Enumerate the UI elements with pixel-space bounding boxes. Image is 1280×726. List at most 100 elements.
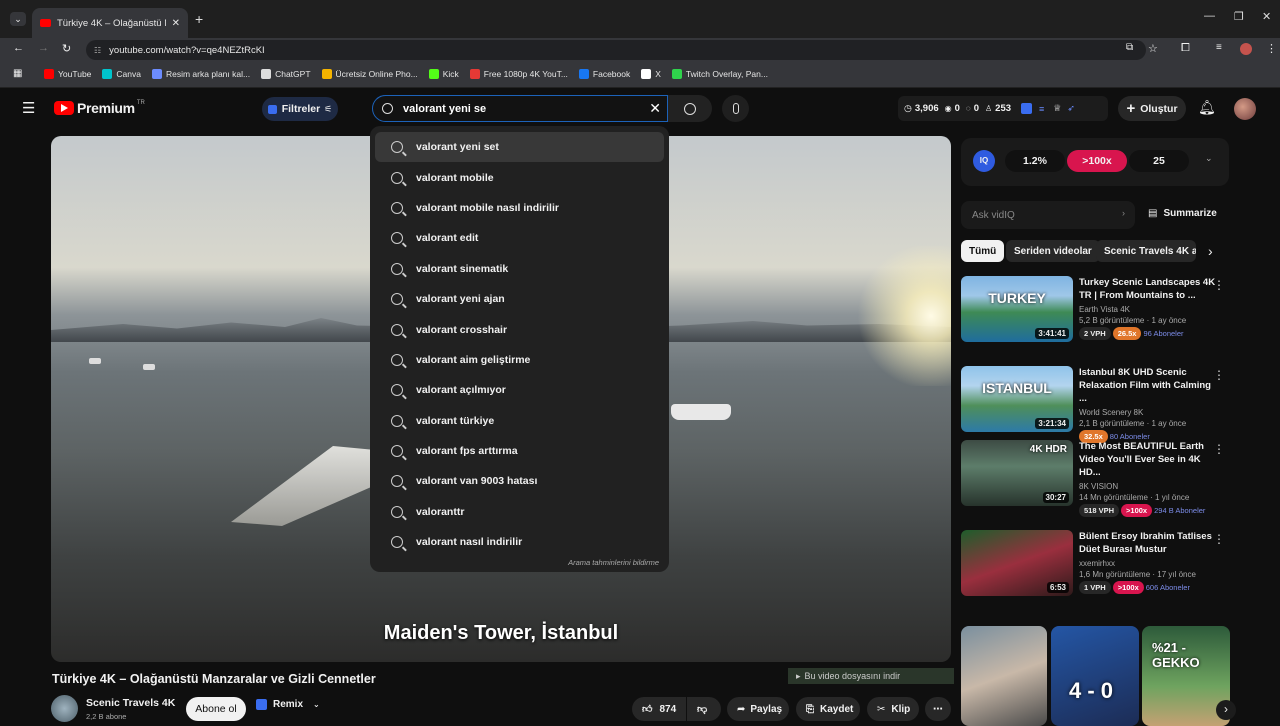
chips-next-icon[interactable]: › <box>1208 243 1213 259</box>
more-actions-button[interactable]: ⋯ <box>925 697 951 721</box>
chip-series[interactable]: Seriden videolar <box>1006 240 1100 262</box>
bookmark-item[interactable]: Twitch Overlay, Pan... <box>671 69 768 79</box>
channel-avatar[interactable] <box>51 695 78 722</box>
minimize-icon[interactable]: — <box>1204 10 1215 22</box>
suggestion-item[interactable]: valorant aim geliştirme <box>375 345 664 375</box>
related-video[interactable]: TURKEY 3:41:41 Turkey Scenic Landscapes 4K… <box>961 276 1231 342</box>
clear-search-icon[interactable]: ✕ <box>649 100 661 117</box>
hamburger-menu-icon[interactable]: ☰ <box>22 99 35 117</box>
chip-channel[interactable]: Scenic Travels 4K ad <box>1096 240 1196 262</box>
download-note[interactable]: ▸ Bu video dosyasını indir <box>788 668 954 684</box>
video-menu-icon[interactable]: ⋮ <box>1213 442 1225 456</box>
video-channel: Earth Vista 4K <box>1079 305 1130 314</box>
extensions-icon[interactable]: ⧠ <box>1181 42 1190 55</box>
chip-all[interactable]: Tümü <box>961 240 1005 262</box>
suggestion-item[interactable]: valorant sinematik <box>375 254 664 284</box>
bookmark-item[interactable]: ChatGPT <box>261 69 311 79</box>
voice-search-button[interactable] <box>722 95 749 122</box>
vidiq-stat-outlier: >100x <box>1067 150 1127 172</box>
bookmark-item[interactable]: Kick <box>428 69 459 79</box>
ask-send-icon[interactable]: › <box>1122 208 1125 218</box>
apps-grid-icon[interactable]: ▦ <box>13 68 22 79</box>
filters-button[interactable]: Filtreler ⚟ <box>262 97 338 121</box>
video-thumbnail[interactable]: 6:53 <box>961 530 1073 596</box>
suggestion-item[interactable]: valorant yeni ajan <box>375 284 664 314</box>
notifications-bell-icon[interactable]: 🔔︎ <box>1198 99 1216 116</box>
search-button[interactable] <box>668 95 712 122</box>
panel-expand-icon[interactable]: ⌄ <box>1205 153 1213 164</box>
share-button[interactable]: ➦ Paylaş <box>727 697 789 721</box>
vidiq-logo-icon[interactable] <box>1021 103 1033 114</box>
suggestion-item[interactable]: valorant nasıl indirilir <box>375 527 664 557</box>
bookmark-item[interactable]: Free 1080p 4K YouT... <box>469 69 568 79</box>
subscribe-button[interactable]: Abone ol <box>186 697 246 721</box>
like-button[interactable]: 👍︎ 874 <box>632 697 686 721</box>
save-button[interactable]: ⎘ Kaydet <box>796 697 860 721</box>
suggestion-item[interactable]: valorant mobile nasıl indirilir <box>375 193 664 223</box>
bookmark-favicon-icon <box>578 69 589 79</box>
channel-name[interactable]: Scenic Travels 4K <box>86 697 175 709</box>
short-card[interactable]: 4 - 0 <box>1051 626 1139 726</box>
new-tab-icon[interactable]: + <box>195 11 203 27</box>
bookmark-item[interactable]: YouTube <box>44 69 91 79</box>
youtube-logo[interactable]: Premium TR <box>54 100 145 116</box>
browser-tab[interactable]: Türkiye 4K – Olağanüstü Manza ✕ <box>32 8 188 38</box>
star-icon[interactable]: ☆ <box>1148 42 1158 55</box>
suggestion-item[interactable]: valorant açılmıyor <box>375 375 664 405</box>
back-icon[interactable]: ← <box>13 42 24 54</box>
video-thumbnail[interactable]: ISTANBUL 3:21:34 <box>961 366 1073 432</box>
suggestion-item[interactable]: valorant van 9003 hatası <box>375 466 664 496</box>
short-card[interactable] <box>961 626 1047 726</box>
close-tab-icon[interactable]: ✕ <box>172 18 180 29</box>
video-menu-icon[interactable]: ⋮ <box>1213 368 1225 382</box>
shorts-next-icon[interactable]: › <box>1216 700 1236 720</box>
suggestion-item[interactable]: valorant edit <box>375 223 664 253</box>
bookmark-item[interactable]: Facebook <box>578 69 630 79</box>
suggestion-search-icon <box>391 262 403 275</box>
site-info-icon[interactable]: ☷ <box>94 46 101 55</box>
suggestion-item[interactable]: valorant yeni set <box>375 132 664 163</box>
related-video[interactable]: 6:53 Bülent Ersoy Ibrahim Tatlises Düet B… <box>961 530 1231 596</box>
search-icon <box>684 102 696 115</box>
ask-vidiq-input[interactable]: Ask vidIQ › <box>961 201 1135 229</box>
close-window-icon[interactable]: ✕ <box>1262 10 1271 23</box>
related-video[interactable]: 4K HDR 30:27 The Most BEAUTIFUL Earth Vide… <box>961 440 1231 517</box>
trophy-icon[interactable]: ♕ <box>1053 103 1061 114</box>
media-icon[interactable]: ≡ <box>1216 42 1222 53</box>
tab-search-icon[interactable]: ⌄ <box>10 12 26 26</box>
restore-icon[interactable]: ❐ <box>1234 10 1244 23</box>
video-menu-icon[interactable]: ⋮ <box>1213 278 1225 292</box>
suggestion-item[interactable]: valorant fps arttırma <box>375 436 664 466</box>
clip-button[interactable]: ✂ Klip <box>867 697 919 721</box>
related-video[interactable]: ISTANBUL 3:21:34 Istanbul 8K UHD Scenic Re… <box>961 366 1231 443</box>
menu-dots-icon[interactable]: ⋮ <box>1266 42 1277 55</box>
suggestion-search-icon <box>391 353 403 366</box>
remix-button[interactable]: Remix ⌄ <box>256 699 320 710</box>
suggestion-item[interactable]: valorant türkiye <box>375 406 664 436</box>
dislike-button[interactable]: 👎︎ <box>687 697 721 721</box>
bookmark-item[interactable]: Resim arka planı kal... <box>151 69 250 79</box>
thumbnail-overlay-text: TURKEY <box>988 290 1046 306</box>
rocket-icon[interactable]: ➶ <box>1067 103 1075 114</box>
suggestion-item[interactable]: valorant crosshair <box>375 314 664 344</box>
forward-icon[interactable]: → <box>38 42 49 54</box>
suggestion-item[interactable]: valoranttr <box>375 497 664 527</box>
url-field[interactable]: ☷ youtube.com/watch?v=qe4NEZtRcKI <box>86 40 1146 60</box>
account-avatar[interactable] <box>1234 98 1256 120</box>
bookmark-item[interactable]: Ücretsiz Online Pho... <box>321 69 418 79</box>
search-input[interactable]: valorant yeni se ✕ <box>372 95 668 122</box>
suggestion-item[interactable]: valorant mobile <box>375 162 664 192</box>
reload-icon[interactable]: ↻ <box>62 42 71 55</box>
bookmark-item[interactable]: Canva <box>102 69 141 79</box>
video-thumbnail[interactable]: 4K HDR 30:27 <box>961 440 1073 506</box>
summarize-button[interactable]: ▤ Summarize <box>1148 208 1217 219</box>
bookmark-item[interactable]: X <box>641 69 661 79</box>
create-button[interactable]: + Oluştur <box>1118 96 1186 121</box>
create-label: Oluştur <box>1140 102 1178 115</box>
report-predictions-link[interactable]: Arama tahminlerini bildirme <box>568 558 659 567</box>
profile-icon[interactable] <box>1240 43 1252 55</box>
install-icon[interactable]: ⧉ <box>1126 42 1133 53</box>
list-icon[interactable]: ≡ <box>1039 104 1044 114</box>
video-thumbnail[interactable]: TURKEY 3:41:41 <box>961 276 1073 342</box>
video-menu-icon[interactable]: ⋮ <box>1213 532 1225 546</box>
